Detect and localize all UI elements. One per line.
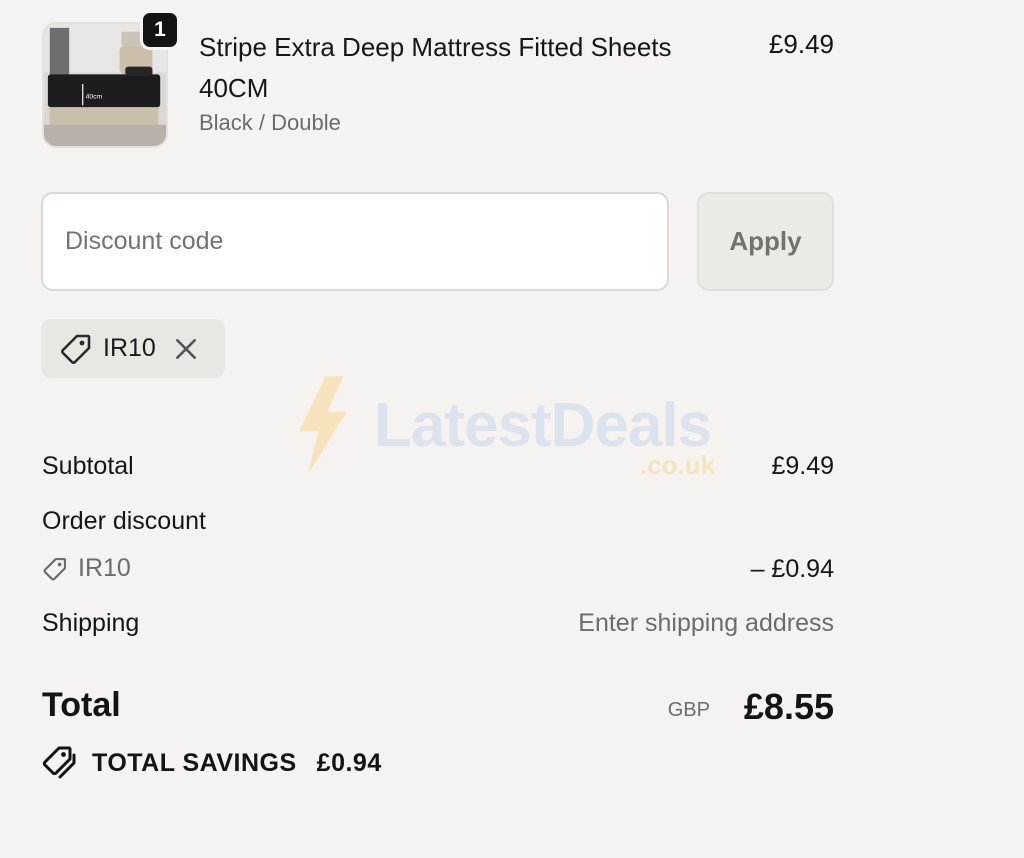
applied-discount-code: IR10 xyxy=(103,334,156,362)
watermark-domain: .co.uk xyxy=(640,450,716,480)
product-image-size-label: 40cm xyxy=(86,94,103,101)
checkout-order-summary: 40cm 1 Stripe Extra Deep Mattress Fitted… xyxy=(0,0,1024,858)
shipping-label: Shipping xyxy=(42,609,140,637)
tag-icon xyxy=(61,334,91,364)
close-icon xyxy=(175,338,196,359)
total-savings-value: £0.94 xyxy=(316,748,382,777)
order-discount-label: Order discount xyxy=(42,507,206,535)
apply-discount-button[interactable]: Apply xyxy=(697,192,834,291)
product-thumbnail: 40cm 1 xyxy=(42,10,180,148)
discount-code-input[interactable] xyxy=(41,192,669,291)
total-amount: £8.55 xyxy=(743,686,834,727)
total-savings-label: TOTAL SAVINGS xyxy=(92,748,297,777)
order-discount-value: – £0.94 xyxy=(750,555,834,583)
subtotal-label: Subtotal xyxy=(42,452,134,480)
product-variant: Black / Double xyxy=(199,110,341,135)
lightning-bolt-icon xyxy=(299,376,347,474)
remove-discount-button[interactable] xyxy=(172,335,200,363)
applied-discount-chip: IR10 xyxy=(41,319,225,378)
total-label: Total xyxy=(42,686,121,724)
latestdeals-watermark: LatestDeals .co.uk xyxy=(292,370,742,485)
quantity-badge: 1 xyxy=(140,10,180,50)
order-discount-code: IR10 xyxy=(42,554,131,583)
double-tag-icon xyxy=(42,746,76,779)
shipping-value: Enter shipping address xyxy=(578,609,834,637)
subtotal-value: £9.49 xyxy=(771,452,834,480)
total-savings: TOTAL SAVINGS £0.94 xyxy=(42,745,382,781)
product-price: £9.49 xyxy=(768,29,834,59)
tag-icon xyxy=(43,557,67,581)
order-discount-code-text: IR10 xyxy=(78,554,131,582)
product-title: Stripe Extra Deep Mattress Fitted Sheets… xyxy=(199,32,672,103)
total-currency: GBP xyxy=(667,699,710,721)
